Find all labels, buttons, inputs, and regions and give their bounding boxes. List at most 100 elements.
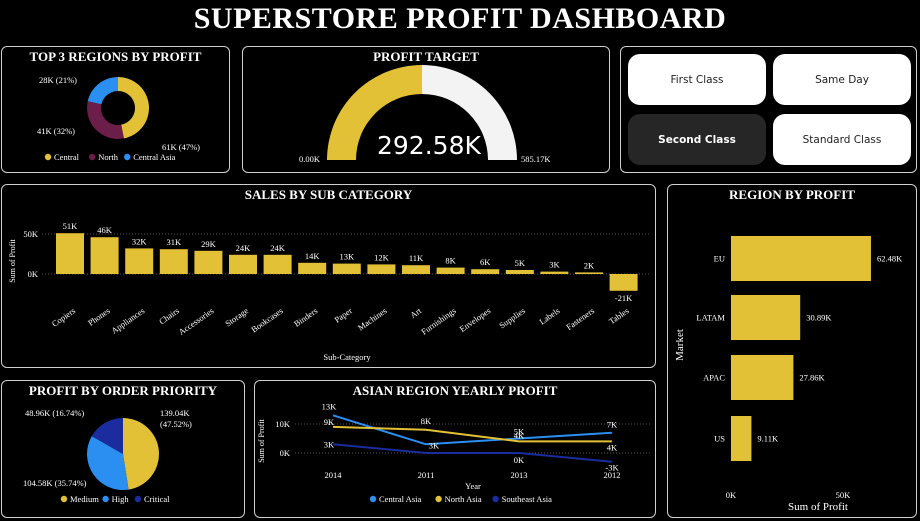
xtick-label: Appliances <box>109 305 146 335</box>
regions-panel: TOP 3 REGIONS BY PROFIT 61K (47%) 41K (32… <box>1 46 230 173</box>
regionbar-xlabel: Sum of Profit <box>788 501 848 513</box>
bar-supplies <box>505 270 534 274</box>
legend-dot <box>435 495 442 503</box>
point-label: 8K <box>421 416 432 426</box>
slice-medium <box>123 418 159 490</box>
bar-value-label: 32K <box>132 236 148 246</box>
legend-dot <box>89 153 96 161</box>
legend-label: Central Asia <box>133 152 175 162</box>
bar-value-label: 2K <box>584 260 595 270</box>
legend-label: High <box>112 494 130 504</box>
ytick-label: US <box>714 434 725 444</box>
bar-value-label: -21K <box>615 293 633 303</box>
xtick-label: Envelopes <box>458 305 493 334</box>
bar-appliances <box>125 248 154 274</box>
bar-value-label: 30.89K <box>806 313 832 323</box>
xtick-label: Paper <box>332 305 354 324</box>
legend-label: Central <box>54 152 80 162</box>
bar-value-label: 11K <box>409 253 424 263</box>
bar-fasteners <box>575 272 603 274</box>
bar-storage <box>229 254 257 274</box>
bar-value-label: 27.86K <box>799 373 825 383</box>
legend-label: North Asia <box>445 494 482 504</box>
bar-accessories <box>194 250 223 274</box>
bar-paper <box>332 263 361 274</box>
bar-tables <box>609 274 638 291</box>
label-central: 61K (47%) <box>162 142 200 152</box>
bar-furnishings <box>436 267 465 274</box>
legend-dot <box>134 495 142 503</box>
subcat-bar-chart: 50K 0K Sum of Profit Sub-Category 51K Copiers… <box>8 221 650 362</box>
line-southeast-asia <box>332 443 613 463</box>
bar-machines <box>367 264 396 274</box>
point-label: 3K <box>324 439 335 449</box>
slice-north <box>86 101 124 139</box>
ytick-0k: 0K <box>28 269 39 279</box>
xtick-label: 2013 <box>511 470 528 480</box>
xtick-label: Supplies <box>497 305 527 330</box>
point-label: 4K <box>607 442 618 452</box>
ship-mode-slicer: First Class Same Day Second Class Standa… <box>620 46 917 173</box>
label-high: 104.58K (35.74%) <box>23 478 87 488</box>
ytick-label: LATAM <box>696 313 725 323</box>
ytick-label: APAC <box>703 373 725 383</box>
point-label: 0K <box>514 455 525 465</box>
bar-value-label: 13K <box>339 252 355 262</box>
xtick-50k: 50K <box>836 490 852 500</box>
bar-us <box>731 416 752 461</box>
xtick-label: 2014 <box>325 470 343 480</box>
xtick-label: Furnishings <box>419 305 458 336</box>
gauge-value: 292.58K <box>377 131 481 160</box>
xtick-label: 2011 <box>418 470 435 480</box>
bar-value-label: 8K <box>445 256 456 266</box>
bar-eu <box>731 236 871 281</box>
point-label: 9K <box>324 417 335 427</box>
asian-xlabel: Year <box>465 481 481 491</box>
point-label: 13K <box>322 401 338 411</box>
line-north-asia <box>332 425 612 443</box>
legend-dot <box>492 495 499 503</box>
standard-class-button[interactable]: Standard Class <box>773 114 911 165</box>
bar-value-label: 24K <box>236 243 252 253</box>
legend-label: Critical <box>144 494 170 504</box>
target-panel: PROFIT TARGET 292.58K 0.00K 585.17K <box>242 46 610 173</box>
label-medium-pct: (47.52%) <box>160 419 192 429</box>
line-central-asia <box>332 414 613 446</box>
asian-line-chart: 10K0KSum of Profit2014 2011 2013 2012Year13… <box>257 401 650 504</box>
first-class-button[interactable]: First Class <box>628 54 766 105</box>
regionbar-ylabel: Market <box>674 329 686 361</box>
legend-label: North <box>98 152 119 162</box>
xtick-label: Binders <box>292 305 319 328</box>
xtick-0k: 0K <box>726 490 737 500</box>
xtick-label: Labels <box>537 305 561 326</box>
priority-pie-chart: 139.04K(47.52%) 48.96K (16.74%) 104.58K (3… <box>23 408 192 504</box>
xtick-label: Bookcases <box>249 305 285 334</box>
bar-value-label: 24K <box>270 243 286 253</box>
xtick-label: Storage <box>223 305 250 328</box>
bar-binders <box>298 262 327 274</box>
label-north: 41K (32%) <box>37 126 75 136</box>
legend-dot <box>44 153 52 161</box>
regionbar-panel: REGION BY PROFIT 62.48K EU 30.89K LATAM 27.8… <box>667 184 917 518</box>
ytick-0k: 0K <box>280 448 291 458</box>
asian-panel: ASIAN REGION YEARLY PROFIT 10K 0K Sum of P… <box>254 380 656 518</box>
regions-donut-chart: 61K (47%) 41K (32%) 28K (21%) Central North C… <box>37 75 200 162</box>
bar-phones <box>90 237 119 274</box>
point-label: 3K <box>429 440 440 450</box>
label-medium-value: 139.04K <box>160 408 190 418</box>
bar-labels <box>540 271 569 274</box>
same-day-button[interactable]: Same Day <box>773 54 911 105</box>
bar-chairs <box>159 249 188 274</box>
second-class-button[interactable]: Second Class <box>628 114 766 165</box>
xtick-label: Phones <box>86 305 112 327</box>
bar-latam <box>731 295 801 340</box>
asian-ylabel: Sum of Profit <box>257 418 266 462</box>
bar-value-label: 9.11K <box>757 434 779 444</box>
bar-value-label: 29K <box>201 239 217 249</box>
bar-art <box>402 265 430 274</box>
legend-label: Medium <box>70 494 99 504</box>
bar-value-label: 46K <box>97 225 113 235</box>
legend-dot <box>124 153 131 161</box>
priority-panel: PROFIT BY ORDER PRIORITY 139.04K (47.52%)… <box>1 380 245 518</box>
legend-label: Central Asia <box>379 494 421 504</box>
